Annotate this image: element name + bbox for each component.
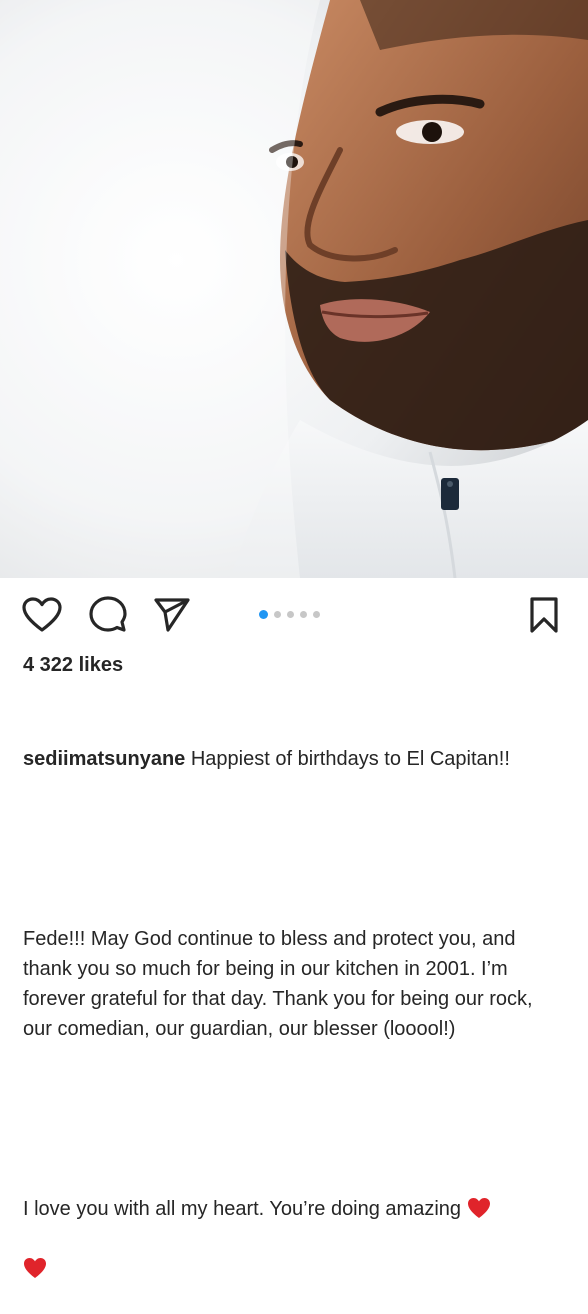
carousel-dot: [313, 611, 320, 618]
paper-plane-icon: [154, 598, 190, 632]
caption-second-paragraph: Fede!!! May God continue to bless and pr…: [23, 928, 539, 1040]
comment-button[interactable]: [86, 593, 130, 637]
username-link[interactable]: sediimatsunyane: [23, 748, 185, 770]
carousel-dot-active: [259, 610, 268, 619]
caption-first-paragraph: sediimatsunyane Happiest of birthdays to…: [23, 744, 563, 774]
carousel-dot: [274, 611, 281, 618]
comment-bubble-icon: [89, 596, 127, 632]
heart-outline-icon: [22, 597, 62, 632]
carousel-indicator: [259, 610, 320, 619]
red-heart-emoji-icon: [24, 1258, 46, 1278]
caption-line3: I love you with all my heart. You’re doi…: [23, 1198, 467, 1220]
bookmark-icon: [530, 597, 558, 633]
carousel-dot: [300, 611, 307, 618]
share-button[interactable]: [150, 593, 194, 637]
post-photo-illustration: [0, 0, 588, 578]
like-button[interactable]: [20, 593, 64, 637]
caption-line1: Happiest of birthdays to El Capitan!!: [185, 748, 510, 770]
red-heart-emoji-icon: [467, 1198, 490, 1218]
post-caption: sediimatsunyane Happiest of birthdays to…: [23, 684, 563, 1314]
save-button[interactable]: [522, 593, 566, 637]
post-photo[interactable]: [0, 0, 588, 578]
post-action-bar: [0, 578, 588, 652]
caption-third-paragraph: I love you with all my heart. You’re doi…: [23, 1194, 563, 1284]
carousel-dot: [287, 611, 294, 618]
likes-count[interactable]: 4 322 likes: [23, 654, 123, 677]
